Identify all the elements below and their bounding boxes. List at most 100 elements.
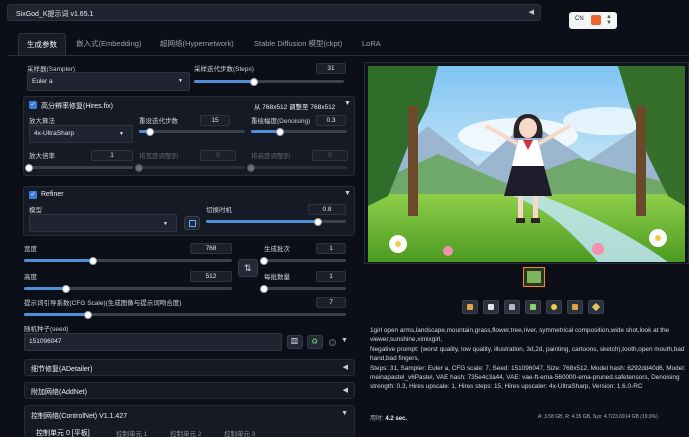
scale-slider-knob[interactable] xyxy=(25,163,33,172)
hires-title: 高分辨率修复(Hires.fix) xyxy=(41,103,113,110)
tab-controlnet-unit-3[interactable]: 控制单元 3 xyxy=(224,428,255,437)
collapse-triangle-icon[interactable]: ▼ xyxy=(341,337,348,344)
batch-size-slider-knob[interactable] xyxy=(260,284,268,293)
height-slider-knob[interactable] xyxy=(61,284,70,293)
collapse-triangle-icon[interactable]: ▼ xyxy=(344,190,351,197)
width-slider[interactable] xyxy=(24,256,232,265)
tab-lora[interactable]: LoRA xyxy=(362,33,381,55)
sampler-value: Euler a xyxy=(32,78,53,85)
tab-generation-params[interactable]: 生成参数 xyxy=(18,33,66,55)
tab-hypernetwork[interactable]: 超网络(Hypernetwork) xyxy=(160,33,234,55)
refresh-button[interactable] xyxy=(184,216,200,230)
batch-count-input[interactable]: 1 xyxy=(316,243,346,254)
spinner-arrows-icon[interactable]: ▲ ▼ xyxy=(606,14,612,26)
timing-info: 用时: 4.2 sec. xyxy=(370,413,407,422)
language-label: CN xyxy=(575,16,584,22)
generated-image[interactable] xyxy=(368,66,685,262)
scale-slider[interactable] xyxy=(25,163,133,172)
hires-steps-slider-knob[interactable] xyxy=(145,127,154,136)
hires-steps-input[interactable]: 15 xyxy=(200,115,230,126)
upscaler-dropdown[interactable]: 4x-UltraSharp ▼ xyxy=(29,125,133,143)
tab-controlnet-unit-2[interactable]: 控制单元 2 xyxy=(170,428,201,437)
collapse-icon[interactable]: ◀ xyxy=(529,8,534,16)
app-title: SixGod_K提示词 v1.65.1 xyxy=(16,11,94,18)
title-bar[interactable]: SixGod_K提示词 v1.65.1 ◀ xyxy=(7,4,541,21)
steps-slider-knob[interactable] xyxy=(250,77,258,86)
reuse-seed-button[interactable]: ♻ xyxy=(307,335,323,349)
collapse-triangle-icon[interactable]: ▼ xyxy=(344,100,351,107)
html-logo-icon xyxy=(591,15,601,25)
steps-input[interactable]: 31 xyxy=(316,63,346,74)
seed-input[interactable]: 151096047 xyxy=(24,333,282,351)
chevron-down-icon: ▼ xyxy=(163,221,168,227)
tab-embedding[interactable]: 嵌入式(Embedding) xyxy=(76,33,141,55)
cfg-slider[interactable] xyxy=(24,310,346,319)
resize-height-slider-knob xyxy=(247,163,255,172)
steps-slider[interactable] xyxy=(194,77,344,86)
open-folder-button[interactable] xyxy=(462,300,478,314)
sampler-dropdown[interactable]: Euler a ▼ xyxy=(27,72,190,91)
refiner-switch-slider-knob[interactable] xyxy=(314,217,322,226)
refiner-checkbox[interactable]: ✓ xyxy=(29,191,37,199)
steps-label: 采样迭代步数(Steps) xyxy=(194,66,254,73)
refiner-model-dropdown[interactable]: ▼ xyxy=(29,214,177,232)
denoise-input[interactable]: 0.3 xyxy=(316,115,346,126)
width-label: 宽度 xyxy=(24,246,37,253)
collapse-left-icon[interactable]: ◀ xyxy=(343,363,348,371)
info-negative-prompt: Negative prompt: (worst quality, low qua… xyxy=(370,345,685,363)
cfg-slider-fill xyxy=(24,313,89,316)
refiner-switch-input[interactable]: 0.8 xyxy=(308,204,346,215)
collapse-left-icon[interactable]: ◀ xyxy=(343,386,348,394)
resize-height-input: 0 xyxy=(312,150,348,161)
section-adetailer[interactable]: 细节修复(ADetailer) ◀ xyxy=(24,359,355,376)
refiner-switch-slider[interactable] xyxy=(206,217,346,226)
info-prompt: 1girl open arms,landscape,mountain,grass… xyxy=(370,327,670,344)
recycle-icon: ♻ xyxy=(311,337,319,346)
scale-input[interactable]: 1 xyxy=(91,150,133,161)
send-to-extras-button[interactable] xyxy=(567,300,583,314)
zip-button[interactable] xyxy=(504,300,520,314)
batch-size-input[interactable]: 1 xyxy=(316,271,346,282)
tab-controlnet-unit-1[interactable]: 控制单元 1 xyxy=(116,428,147,437)
send-to-inpaint-button[interactable] xyxy=(546,300,562,314)
seed-label: 随机种子(seed) xyxy=(24,326,69,333)
hires-checkbox[interactable]: ✓ xyxy=(29,101,37,109)
refiner-model-label: 模型 xyxy=(29,207,42,214)
extra-seed-radio[interactable] xyxy=(329,339,336,346)
chevron-down-icon: ▼ xyxy=(178,78,183,84)
collapse-triangle-icon[interactable]: ▼ xyxy=(341,410,348,417)
send-to-img2img-button[interactable] xyxy=(525,300,541,314)
batch-count-slider-knob[interactable] xyxy=(260,256,268,265)
height-slider[interactable] xyxy=(24,284,232,293)
width-input[interactable]: 768 xyxy=(190,243,232,254)
hires-steps-slider[interactable] xyxy=(139,127,245,136)
section-addnet[interactable]: 附加网络(AddNet) ◀ xyxy=(24,382,355,399)
denoise-slider[interactable] xyxy=(251,127,347,136)
time-value: 4.2 sec. xyxy=(385,416,408,422)
resize-height-slider xyxy=(247,163,347,172)
denoise-slider-knob[interactable] xyxy=(275,127,284,136)
height-label: 高度 xyxy=(24,274,37,281)
width-slider-knob[interactable] xyxy=(88,256,97,265)
steps-slider-fill xyxy=(194,80,254,83)
batch-count-slider[interactable] xyxy=(260,256,346,265)
width-slider-fill xyxy=(24,259,93,262)
star-icon xyxy=(591,302,601,312)
tab-divider xyxy=(8,55,689,56)
batch-size-slider[interactable] xyxy=(260,284,346,293)
cfg-slider-knob[interactable] xyxy=(84,310,93,319)
swap-arrows-icon: ⇅ xyxy=(244,263,252,273)
send-to-controlnet-button[interactable] xyxy=(588,300,604,314)
random-seed-button[interactable]: ⚄ xyxy=(287,335,303,349)
tab-ckpt[interactable]: Stable Diffusion 模型(ckpt) xyxy=(254,33,342,55)
info-parameters: Steps: 31, Sampler: Euler a, CFG scale: … xyxy=(370,364,686,391)
swap-dimensions-button[interactable]: ⇅ xyxy=(238,259,258,277)
tab-controlnet-unit-0[interactable]: 控制单元 0 [平板] xyxy=(36,428,90,437)
refresh-icon xyxy=(189,220,196,227)
cfg-input[interactable]: 7 xyxy=(316,297,346,308)
save-button[interactable] xyxy=(483,300,499,314)
language-selector[interactable]: CN ▲ ▼ xyxy=(569,12,617,29)
thumbnail[interactable] xyxy=(523,267,545,287)
height-input[interactable]: 512 xyxy=(190,271,232,282)
palette-icon xyxy=(551,304,557,310)
